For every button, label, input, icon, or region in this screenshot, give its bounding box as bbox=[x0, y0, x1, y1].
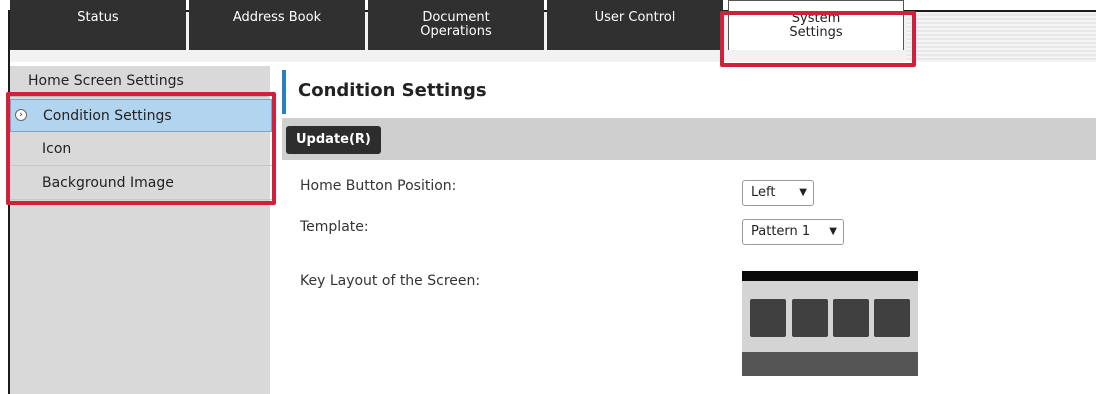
heading-accent-bar bbox=[282, 70, 286, 114]
tab-status[interactable]: Status bbox=[10, 0, 186, 50]
preview-key bbox=[874, 299, 910, 337]
template-value: Pattern 1 bbox=[751, 224, 811, 239]
tab-document-operations-label: Document Operations bbox=[420, 10, 492, 39]
preview-key bbox=[792, 299, 828, 337]
tab-address-book-label: Address Book bbox=[232, 10, 322, 25]
tab-user-control-label: User Control bbox=[594, 10, 676, 25]
preview-key bbox=[750, 299, 786, 337]
highlight-sidebar-items bbox=[6, 92, 276, 205]
preview-key bbox=[833, 299, 869, 337]
home-button-position-value: Left bbox=[751, 185, 776, 200]
toolbar bbox=[282, 118, 1096, 160]
tab-document-operations[interactable]: Document Operations bbox=[368, 0, 544, 50]
template-select[interactable]: Pattern 1 ▼ bbox=[742, 219, 844, 245]
key-layout-label: Key Layout of the Screen: bbox=[300, 273, 481, 289]
tab-address-book[interactable]: Address Book bbox=[189, 0, 365, 50]
tab-bar-filler bbox=[906, 12, 1096, 62]
update-button[interactable]: Update(R) bbox=[286, 126, 381, 154]
home-button-position-label: Home Button Position: bbox=[300, 178, 457, 194]
template-label: Template: bbox=[300, 219, 369, 235]
tab-status-label: Status bbox=[77, 10, 119, 25]
chevron-down-icon: ▼ bbox=[799, 187, 807, 198]
tab-user-control[interactable]: User Control bbox=[547, 0, 723, 50]
page-title: Condition Settings bbox=[298, 80, 487, 101]
key-layout-preview bbox=[742, 271, 918, 376]
preview-bottom-bar bbox=[742, 352, 918, 376]
chevron-down-icon: ▼ bbox=[829, 226, 837, 237]
preview-top-bar bbox=[742, 271, 918, 281]
home-button-position-select[interactable]: Left ▼ bbox=[742, 180, 814, 206]
highlight-system-settings bbox=[720, 11, 916, 67]
